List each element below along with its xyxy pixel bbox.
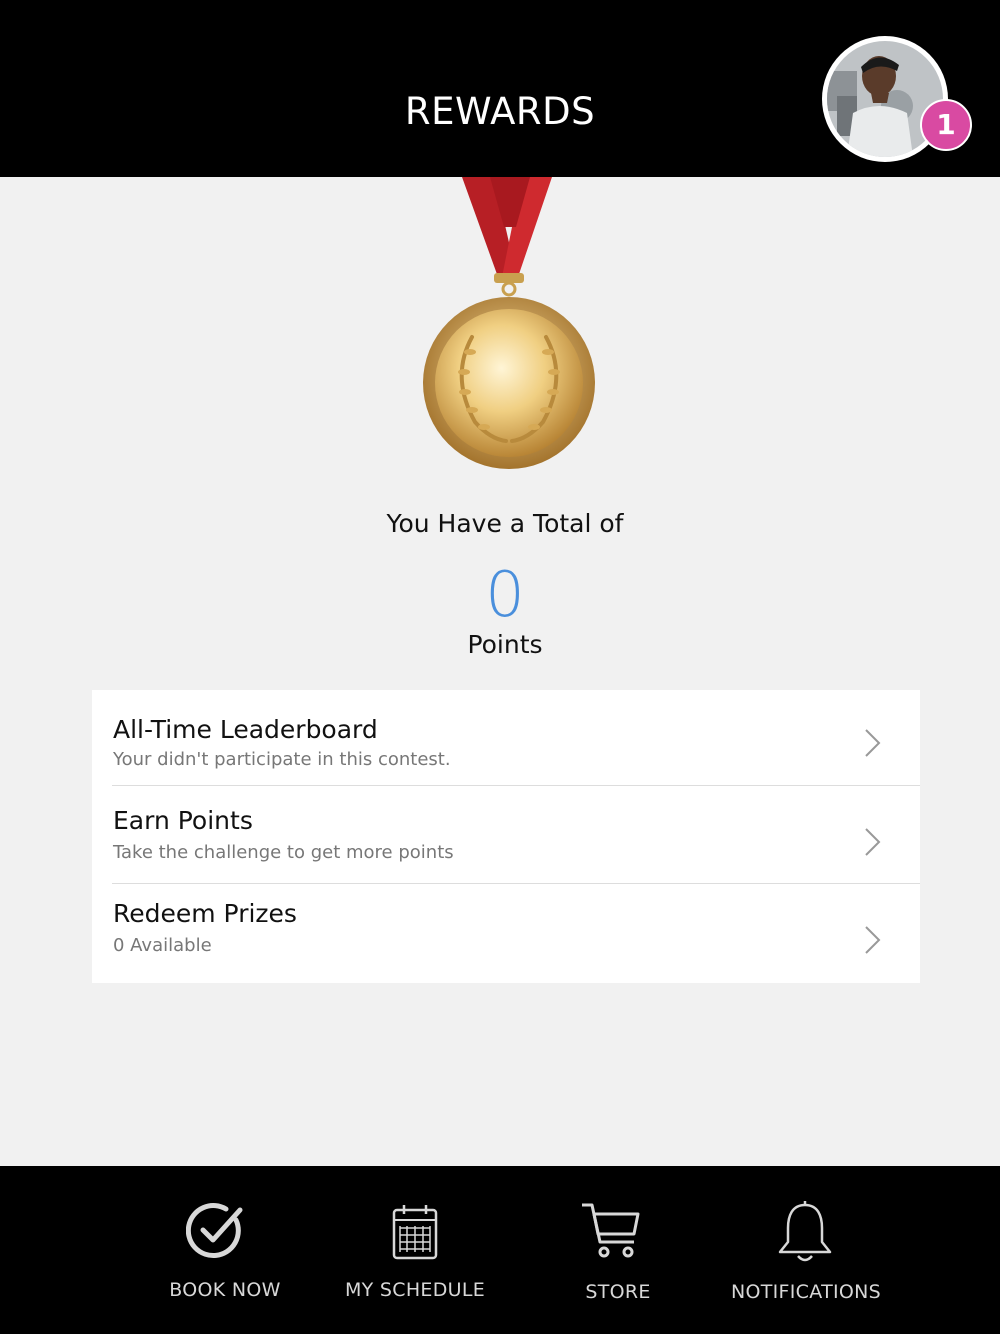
tab-label: STORE [585,1281,651,1303]
menu-item-title: Earn Points [113,806,253,835]
tab-label: MY SCHEDULE [344,1279,486,1301]
tab-notifications[interactable]: NOTIFICATIONS [720,1166,892,1334]
menu-item-title: All-Time Leaderboard [113,715,378,744]
tab-book-now[interactable]: BOOK NOW [150,1166,300,1334]
points-value: 0 [485,558,525,631]
tab-my-schedule[interactable]: MY SCHEDULE [330,1166,500,1334]
chevron-right-icon [865,926,881,954]
tab-store[interactable]: STORE [548,1166,688,1334]
check-circle-icon [186,1203,243,1259]
cart-icon [582,1203,640,1258]
chevron-right-icon [865,828,881,856]
menu-item-earn-points[interactable]: Earn Points Take the challenge to get mo… [92,786,920,882]
tab-label: NOTIFICATIONS [730,1281,882,1303]
header-bar: REWARDS 1 [0,0,1000,177]
rewards-menu: All-Time Leaderboard Your didn't partici… [92,690,920,983]
tab-label: BOOK NOW [169,1279,281,1301]
bell-icon [778,1201,832,1262]
menu-item-subtitle: Take the challenge to get more points [113,842,454,863]
points-total-label: You Have a Total of [386,509,624,538]
notification-count-badge: 1 [920,99,972,151]
menu-item-title: Redeem Prizes [113,899,297,928]
calendar-icon [392,1205,438,1260]
menu-item-leaderboard[interactable]: All-Time Leaderboard Your didn't partici… [92,690,920,786]
gold-medal-icon [423,177,595,469]
menu-item-subtitle: 0 Available [113,935,212,956]
points-unit-label: Points [467,630,543,659]
chevron-right-icon [865,729,881,757]
bottom-tab-bar: BOOK NOW MY SCHEDULE STORE NOTIFICATIONS [0,1166,1000,1334]
menu-item-redeem-prizes[interactable]: Redeem Prizes 0 Available [92,884,920,980]
menu-item-subtitle: Your didn't participate in this contest. [113,749,451,770]
